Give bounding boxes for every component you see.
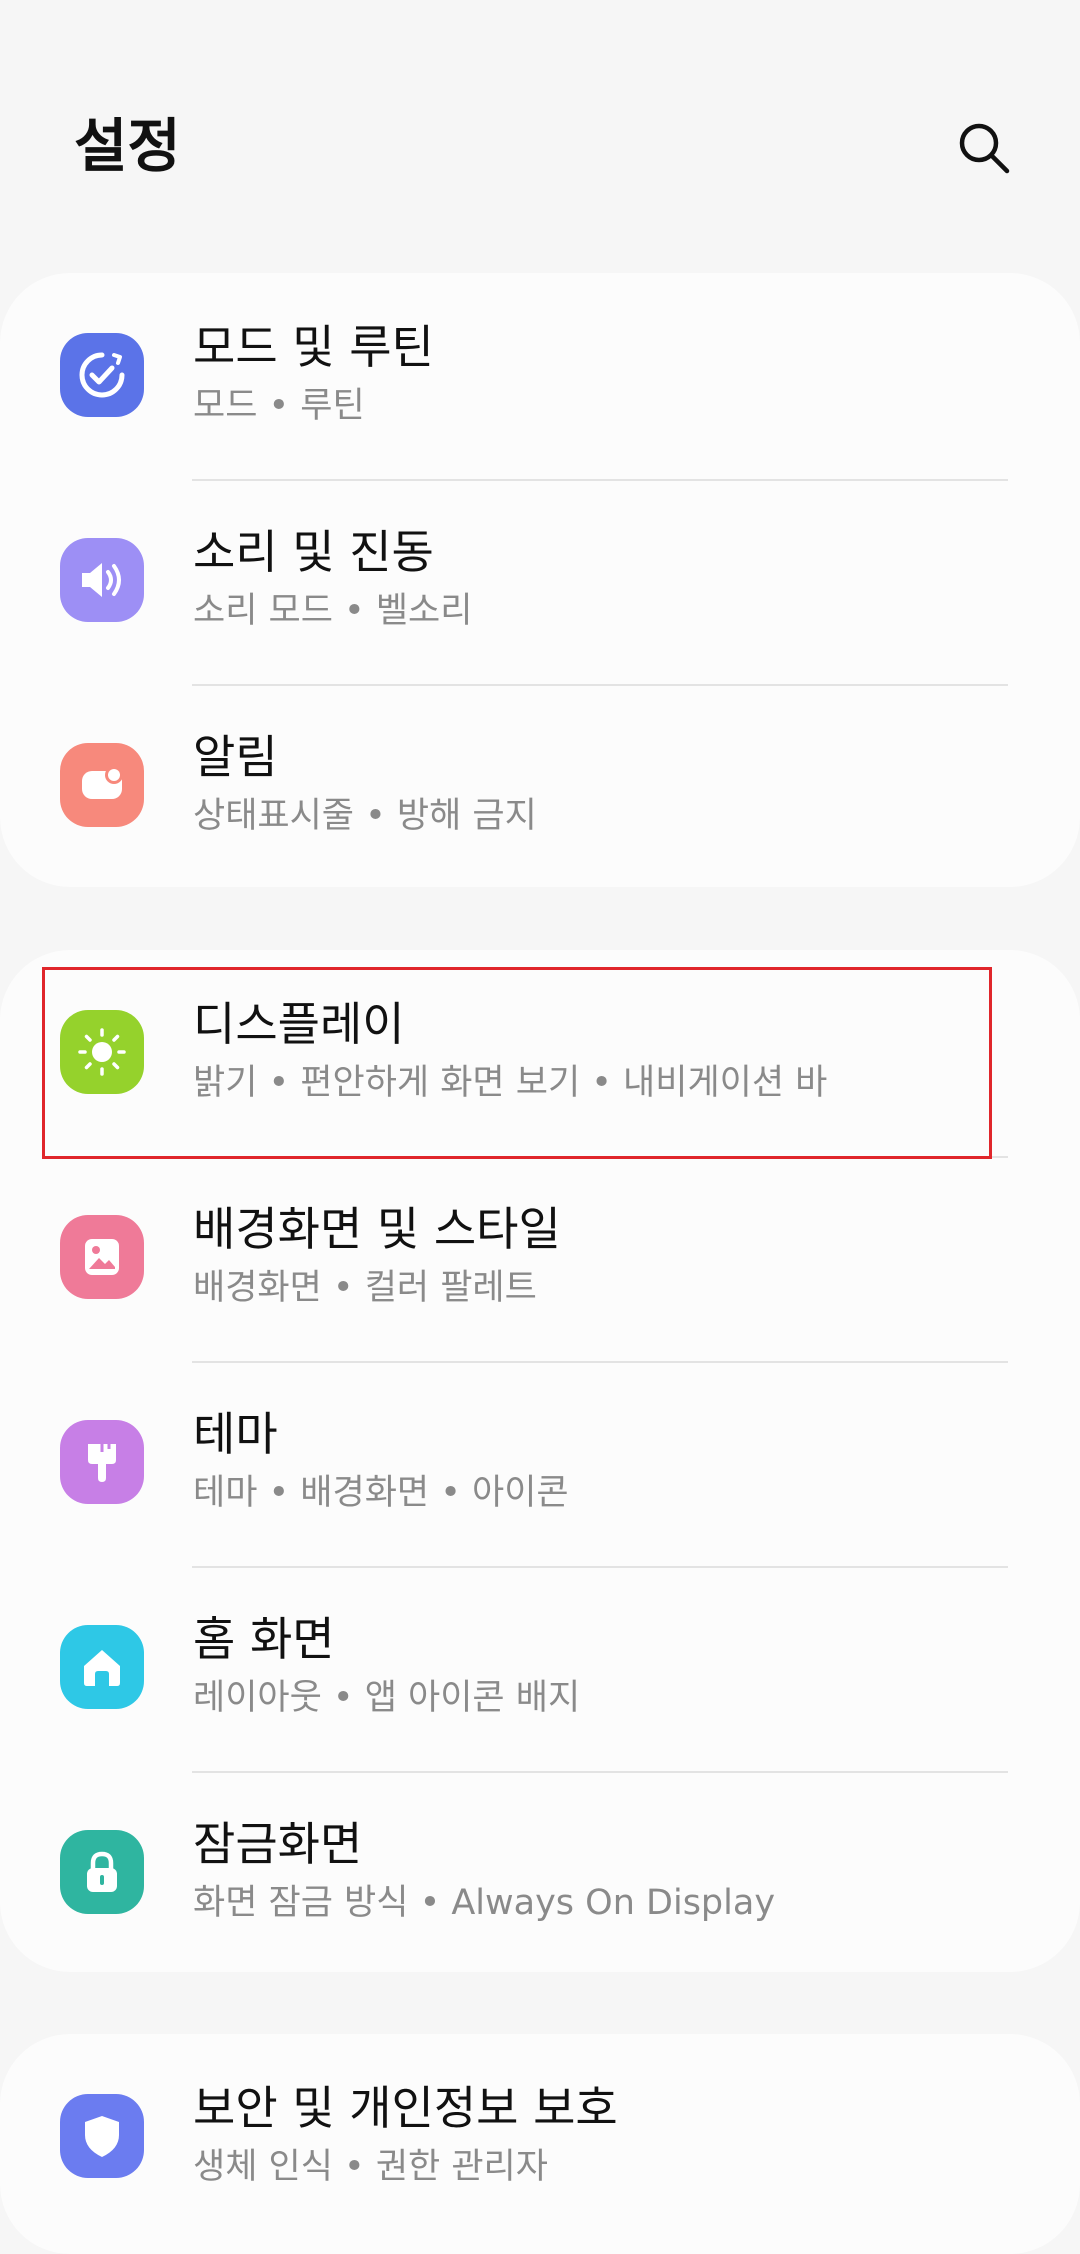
- app-header: 설정: [0, 0, 1080, 270]
- settings-item-display[interactable]: 디스플레이 밝기 • 편안하게 화면 보기 • 내비게이션 바: [0, 950, 1080, 1155]
- item-title: 잠금화면: [193, 1817, 363, 1871]
- settings-item-notifications[interactable]: 알림 상태표시줄 • 방해 금지: [0, 683, 1080, 887]
- item-subtitle: 생체 인식 • 권한 관리자: [193, 2147, 548, 2187]
- search-icon: [959, 123, 1010, 174]
- settings-item-modes-routines[interactable]: 모드 및 루틴 모드 • 루틴: [0, 273, 1080, 478]
- item-subtitle: 밝기 • 편안하게 화면 보기 • 내비게이션 바: [193, 1063, 828, 1103]
- item-subtitle: 테마 • 배경화면 • 아이콘: [193, 1473, 569, 1513]
- item-subtitle: 모드 • 루틴: [193, 386, 365, 426]
- settings-item-lock-screen[interactable]: 잠금화면 화면 잠금 방식 • Always On Display: [0, 1770, 1080, 1972]
- item-subtitle: 상태표시줄 • 방해 금지: [193, 796, 537, 836]
- settings-group-1: 모드 및 루틴 모드 • 루틴 소리 및 진동 소리 모드 • 벨소리 알림 상…: [0, 273, 1080, 887]
- settings-group-3: 보안 및 개인정보 보호 생체 인식 • 권한 관리자: [0, 2034, 1080, 2254]
- settings-item-security-privacy[interactable]: 보안 및 개인정보 보호 생체 인식 • 권한 관리자: [0, 2034, 1080, 2239]
- item-title: 모드 및 루틴: [193, 320, 434, 374]
- item-title: 홈 화면: [193, 1612, 335, 1666]
- settings-item-sound-vibration[interactable]: 소리 및 진동 소리 모드 • 벨소리: [0, 478, 1080, 683]
- volume-icon: [60, 538, 144, 622]
- search-button[interactable]: [944, 108, 1024, 188]
- item-title: 보안 및 개인정보 보호: [193, 2081, 618, 2135]
- item-title: 테마: [193, 1407, 278, 1461]
- lock-icon: [60, 1830, 144, 1914]
- display-brightness-icon: [60, 1010, 144, 1094]
- item-title: 소리 및 진동: [193, 525, 434, 579]
- settings-item-home-screen[interactable]: 홈 화면 레이아웃 • 앱 아이콘 배지: [0, 1565, 1080, 1770]
- page-title: 설정: [74, 112, 181, 180]
- item-subtitle: 화면 잠금 방식 • Always On Display: [193, 1883, 776, 1923]
- shield-icon: [60, 2094, 144, 2178]
- wallpaper-icon: [60, 1215, 144, 1299]
- theme-brush-icon: [60, 1420, 144, 1504]
- item-subtitle: 소리 모드 • 벨소리: [193, 591, 473, 631]
- item-title: 배경화면 및 스타일: [193, 1202, 561, 1256]
- item-title: 디스플레이: [193, 997, 405, 1051]
- item-subtitle: 레이아웃 • 앱 아이콘 배지: [193, 1678, 581, 1718]
- item-subtitle: 배경화면 • 컬러 팔레트: [193, 1268, 537, 1308]
- home-icon: [60, 1625, 144, 1709]
- settings-item-wallpaper-style[interactable]: 배경화면 및 스타일 배경화면 • 컬러 팔레트: [0, 1155, 1080, 1360]
- notification-icon: [60, 743, 144, 827]
- modes-routines-icon: [60, 333, 144, 417]
- settings-group-2: 디스플레이 밝기 • 편안하게 화면 보기 • 내비게이션 바 배경화면 및 스…: [0, 950, 1080, 1972]
- settings-item-themes[interactable]: 테마 테마 • 배경화면 • 아이콘: [0, 1360, 1080, 1565]
- item-title: 알림: [193, 730, 278, 784]
